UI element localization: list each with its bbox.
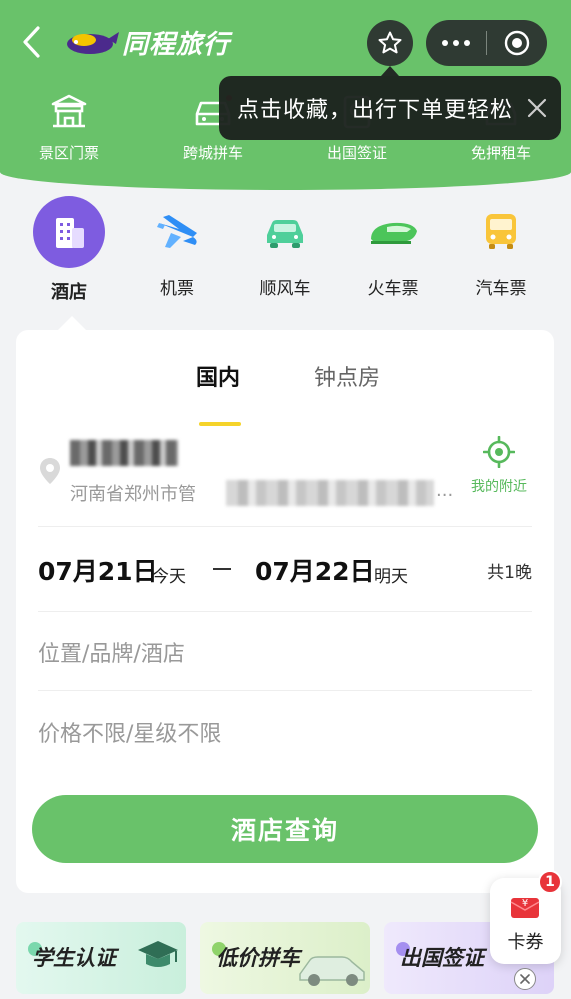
tooltip-arrow (381, 66, 399, 76)
target-icon (504, 30, 530, 56)
coupon-label: 卡券 (507, 932, 544, 953)
quick-item-label: 出国签证 (326, 144, 387, 162)
coupon-close-button[interactable] (514, 968, 536, 990)
location-address: 河南省郑州市管 (70, 484, 196, 505)
category-label: 火车票 (367, 279, 419, 299)
location-address-ellipsis: ... (436, 480, 454, 501)
promo-cheap-carpool[interactable]: 低价拼车 (200, 922, 370, 994)
quick-item-scenic-tickets[interactable]: 景区门票 (9, 92, 129, 163)
car-illustration-icon (299, 956, 365, 986)
date-range-dash (213, 568, 231, 570)
location-name-redacted (70, 440, 178, 466)
card-notch (58, 316, 86, 330)
brand-name: 同程旅行 (122, 29, 231, 60)
tab-domestic[interactable]: 国内 (196, 360, 240, 392)
category-train[interactable]: 火车票 (339, 196, 447, 299)
nearby-label: 我的附近 (471, 479, 527, 495)
plane-icon (157, 215, 197, 248)
date-picker[interactable]: 07月21日 今天 07月22日 明天 共1晚 (38, 552, 532, 592)
checkin-date: 07月21日 (38, 557, 158, 586)
star-icon (378, 31, 402, 54)
locate-icon (482, 435, 516, 469)
bus-icon (486, 214, 516, 249)
favorite-tooltip: 点击收藏，出行下单更轻松 (219, 76, 561, 140)
checkout-note: 明天 (374, 567, 408, 587)
miniprogram-capsule (426, 20, 547, 66)
more-button[interactable] (426, 20, 486, 66)
category-hotel[interactable]: 酒店 (15, 196, 123, 304)
category-carpool[interactable]: 顺风车 (231, 196, 339, 299)
checkout-date: 07月22日 (255, 557, 375, 586)
category-label: 汽车票 (475, 279, 527, 299)
divider (38, 690, 532, 691)
active-tab-indicator (199, 422, 241, 426)
back-icon (23, 26, 40, 58)
back-button[interactable] (18, 24, 48, 60)
tab-hourly-room[interactable]: 钟点房 (314, 360, 380, 392)
nearby-button[interactable]: 我的附近 (466, 435, 532, 496)
brand-mark-icon (64, 27, 120, 57)
hotel-booking-card: 国内 钟点房 河南省郑州市管 ... 我的附近 07月21日 今天 07月22日… (16, 330, 554, 893)
price-star-filter[interactable]: 价格不限/星级不限 (38, 716, 221, 748)
close-icon (527, 98, 547, 118)
divider (38, 526, 532, 527)
keyword-input[interactable]: 位置/品牌/酒店 (38, 636, 185, 668)
promo-student-verify[interactable]: 学生认证 (16, 922, 186, 994)
close-icon (520, 974, 530, 984)
location-field[interactable]: 河南省郑州市管 ... 我的附近 (38, 435, 532, 516)
brand-logo: 同程旅行 (64, 22, 230, 62)
checkin-note: 今天 (152, 567, 186, 587)
category-label: 顺风车 (259, 279, 311, 299)
quick-item-label: 免押租车 (470, 144, 531, 162)
quick-item-label: 跨城拼车 (182, 144, 243, 162)
train-icon (371, 222, 417, 244)
location-address-redacted (226, 480, 434, 506)
tooltip-text: 点击收藏，出行下单更轻松 (237, 98, 514, 123)
gate-icon (51, 94, 87, 128)
booking-tabs: 国内 钟点房 (16, 360, 554, 426)
favorite-button[interactable] (367, 20, 413, 66)
nights-count: 共1晚 (487, 563, 532, 583)
promo-label: 学生认证 (32, 946, 116, 970)
graduation-cap-icon (138, 941, 178, 967)
promo-label: 出国签证 (400, 946, 484, 970)
category-bar: 酒店 机票 顺风车 火车票 汽车票 (0, 196, 571, 316)
close-miniprogram-button[interactable] (487, 20, 547, 66)
promo-label: 低价拼车 (216, 946, 300, 970)
more-icon (442, 40, 470, 46)
category-bus[interactable]: 汽车票 (447, 196, 555, 299)
category-label: 酒店 (51, 282, 87, 303)
category-label: 机票 (160, 279, 194, 299)
carpool-icon (267, 220, 303, 248)
quick-item-label: 景区门票 (38, 144, 99, 162)
category-flight[interactable]: 机票 (123, 196, 231, 299)
tooltip-close-button[interactable] (523, 94, 551, 122)
location-pin-icon (40, 458, 60, 484)
hotel-search-button[interactable]: 酒店查询 (32, 795, 538, 863)
coupon-icon: ¥ (510, 898, 540, 918)
hotel-icon (33, 196, 105, 268)
coupon-count-badge: 1 (538, 870, 562, 894)
svg-text:¥: ¥ (522, 898, 528, 909)
divider (38, 611, 532, 612)
